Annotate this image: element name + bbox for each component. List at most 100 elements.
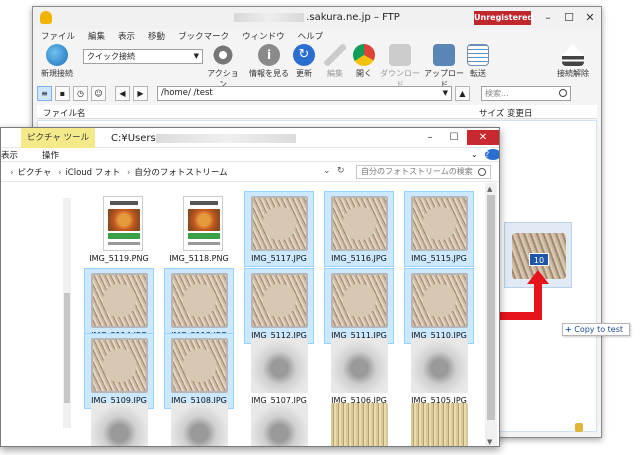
file-tile[interactable] (244, 398, 314, 446)
forward-icon[interactable]: ▶ (133, 85, 148, 101)
breadcrumb-separator-icon: › (126, 168, 131, 178)
menu-window[interactable]: ウィンドウ (242, 30, 285, 42)
column-size[interactable]: サイズ (479, 107, 504, 119)
scroll-down-icon[interactable]: ▼ (487, 438, 492, 446)
parent-folder-icon[interactable]: ▲ (455, 85, 470, 101)
file-thumbnail (251, 338, 308, 393)
folder-download-icon (389, 44, 411, 66)
file-tile[interactable]: IMG_5116.JPG (324, 191, 394, 267)
disconnect-button[interactable]: 接続解除 (553, 44, 593, 79)
thumbnail-part (188, 209, 220, 231)
transfer-button[interactable]: 転送 (465, 44, 491, 79)
menu-help[interactable]: ヘルプ (298, 30, 324, 42)
new-connection-button[interactable]: 新規接続 (39, 44, 75, 79)
list-view-icon[interactable]: ≡ (37, 85, 52, 101)
bonjour-icon[interactable]: ☺ (91, 85, 106, 101)
explorer-search-input[interactable]: 自分のフォトストリームの検索 (356, 165, 491, 179)
column-modified[interactable]: 変更日 (507, 107, 533, 119)
lock-icon (575, 423, 583, 432)
vertical-scrollbar[interactable]: ▲ ▼ (485, 183, 497, 446)
close-icon[interactable]: ✕ (467, 130, 499, 145)
thumbnail-part (108, 209, 140, 231)
history-icon[interactable]: ◷ (73, 85, 88, 101)
file-name-label: IMG_5118.PNG (169, 254, 229, 263)
breadcrumb: › ピクチャ › iCloud フォト › 自分のフォトストリーム (6, 166, 228, 178)
menu-edit[interactable]: 編集 (88, 30, 105, 42)
file-tile[interactable]: IMG_5118.PNG (164, 191, 234, 267)
file-thumbnail (91, 403, 148, 446)
breadcrumb-photostream[interactable]: 自分のフォトストリーム (134, 168, 227, 178)
file-thumbnail (103, 196, 143, 251)
explorer-addressbar[interactable]: › ピクチャ › iCloud フォト › 自分のフォトストリーム ⌄ ↻ 自分のフォ… (1, 162, 499, 182)
file-thumbnail (251, 273, 308, 328)
quick-connect-select[interactable]: クイック接続 ▼ (83, 49, 203, 64)
file-thumbnail (411, 196, 468, 251)
info-button[interactable]: i 情報を見る (247, 44, 291, 79)
file-tile[interactable] (84, 398, 154, 446)
scrollbar-thumb[interactable] (64, 293, 70, 403)
ribbon-tab-view[interactable]: 表示 (1, 149, 34, 161)
file-thumbnail (91, 338, 148, 393)
menu-view[interactable]: 表示 (118, 30, 135, 42)
annotation-arrow-head (527, 270, 549, 284)
column-filename[interactable]: ファイル名 (43, 107, 86, 119)
file-name-label: IMG_5119.PNG (89, 254, 149, 263)
thumbnail-part (108, 242, 140, 245)
file-thumbnail (251, 403, 308, 446)
menu-go[interactable]: 移動 (148, 30, 165, 42)
scroll-up-icon[interactable]: ▲ (487, 185, 492, 193)
search-icon (559, 88, 567, 97)
file-tile[interactable] (324, 398, 394, 446)
minimize-icon[interactable]: – (539, 10, 557, 26)
file-thumbnail (171, 403, 228, 446)
maximize-icon[interactable]: ☐ (560, 10, 578, 26)
file-grid: IMG_5119.PNG IMG_5118.PNG IMG_5117.JPG IMG_… (76, 183, 481, 446)
info-icon: i (258, 44, 280, 66)
file-tile[interactable]: IMG_5119.PNG (84, 191, 154, 267)
back-icon[interactable]: ◀ (115, 85, 130, 101)
file-thumbnail (331, 403, 388, 446)
explorer-titlebar[interactable]: ピクチャ ツール C:¥Users – ☐ ✕ (1, 128, 499, 148)
redacted-host (234, 12, 305, 22)
minimize-icon[interactable]: – (419, 130, 441, 145)
thumbnail-part (110, 201, 138, 205)
breadcrumb-icloud[interactable]: iCloud フォト (65, 168, 120, 178)
globe-icon (46, 44, 68, 66)
picture-tools-tab[interactable]: ピクチャ ツール (21, 128, 96, 148)
ftp-search-input[interactable]: 検索... (481, 85, 571, 101)
file-tile[interactable]: IMG_5117.JPG (244, 191, 314, 267)
breadcrumb-pictures[interactable]: ピクチャ (17, 168, 51, 178)
file-thumbnail (411, 338, 468, 393)
gear-icon (212, 44, 234, 66)
ribbon-tab-manage[interactable]: 操作 (42, 149, 75, 161)
file-tile[interactable] (164, 398, 234, 446)
scrollbar-thumb[interactable] (487, 195, 495, 420)
file-thumbnail (171, 338, 228, 393)
file-tile[interactable] (404, 398, 474, 446)
copy-tooltip: + Copy to test (562, 323, 630, 336)
maximize-icon[interactable]: ☐ (443, 130, 465, 145)
path-field[interactable]: /home/ /test ▼ (157, 85, 452, 101)
ftp-toolbar: 新規接続 クイック接続 ▼ アクション i 情報を見る ↻ 更新 編集 開く ダウ… (33, 43, 601, 89)
file-thumbnail (251, 196, 308, 251)
refresh-button[interactable]: ↻ 更新 (291, 44, 317, 79)
navigation-scrollbar[interactable] (63, 198, 71, 428)
folder-upload-icon (433, 44, 455, 66)
file-name-label: IMG_5116.JPG (331, 254, 387, 263)
open-button[interactable]: 開く (351, 44, 377, 79)
unregistered-badge[interactable]: Unregistered (474, 11, 533, 25)
ftp-titlebar[interactable]: .sakura.ne.jp – FTP Unregistered – ☐ ✕ (33, 7, 601, 29)
help-icon[interactable]: ? (485, 149, 499, 160)
chrome-icon (353, 44, 375, 66)
close-icon[interactable]: ✕ (581, 10, 599, 26)
bookmark-icon[interactable]: ▪ (55, 85, 70, 101)
chevron-down-icon[interactable]: ⌄ (323, 166, 331, 176)
menu-bookmarks[interactable]: ブックマーク (178, 30, 229, 42)
edit-button[interactable]: 編集 (321, 44, 349, 79)
file-thumbnail (183, 196, 223, 251)
refresh-icon[interactable]: ↻ (337, 166, 345, 176)
annotation-arrow-riser (534, 282, 542, 320)
file-tile[interactable]: IMG_5115.JPG (404, 191, 474, 267)
menu-file[interactable]: ファイル (41, 30, 75, 42)
file-thumbnail (171, 273, 228, 328)
